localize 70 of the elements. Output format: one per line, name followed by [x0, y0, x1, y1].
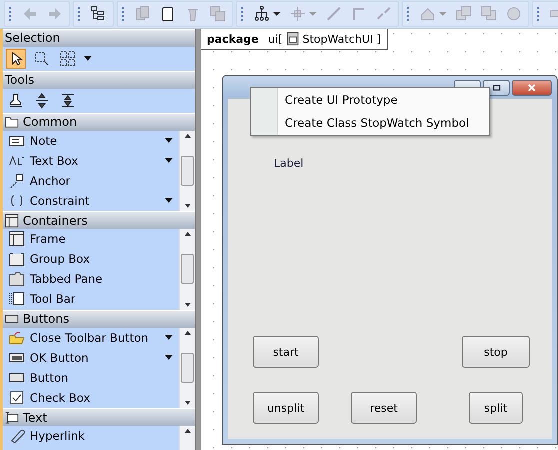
hierarchy-icon: [254, 6, 270, 22]
palette-item[interactable]: Tabbed Pane: [3, 269, 179, 290]
palette-item[interactable]: Close Toolbar Button: [3, 328, 179, 348]
palette-item[interactable]: Anchor: [3, 170, 179, 191]
spacing-icon: [34, 92, 50, 109]
crosshair-icon: [290, 6, 306, 22]
stack-icon: [481, 6, 497, 22]
palette-item[interactable]: Hyperlink: [3, 426, 179, 446]
corner-line-icon: [351, 6, 367, 22]
check-box-icon: [9, 390, 25, 406]
distribute-icon: [60, 92, 76, 109]
palette-section-header[interactable]: Selection: [3, 29, 195, 47]
braces-icon: [9, 192, 25, 209]
label-text: Label: [274, 157, 304, 170]
close-button[interactable]: [512, 80, 552, 96]
form-button[interactable]: split: [469, 392, 523, 424]
stack-icon: [456, 6, 472, 22]
frame-icon: [5, 214, 19, 228]
form-button[interactable]: stop: [462, 336, 530, 368]
palette-item[interactable]: Constraint: [3, 190, 179, 211]
dropdown-arrow-icon[interactable]: [84, 56, 92, 62]
palette-tool[interactable]: [58, 48, 78, 69]
menu-item[interactable]: Create Class StopWatch Symbol: [251, 116, 489, 130]
circle-icon: [506, 6, 522, 22]
palette-section-header[interactable]: Buttons: [3, 310, 195, 328]
palette-item[interactable]: Frame: [3, 229, 179, 250]
palette-item[interactable]: Text Box: [3, 150, 179, 171]
palette-item[interactable]: Check Box: [3, 388, 179, 408]
palette-section-header[interactable]: Containers: [3, 211, 195, 230]
scrollbar[interactable]: [179, 328, 195, 408]
form-button[interactable]: reset: [351, 392, 417, 424]
scrollbar[interactable]: [179, 229, 195, 310]
grid-select-icon: [60, 50, 76, 67]
menu-item[interactable]: Create UI Prototype: [251, 92, 489, 107]
tool-bar-icon: [9, 291, 25, 308]
forward-arrow-icon: [47, 6, 63, 22]
folder-icon: [9, 330, 25, 346]
hyperlink-icon: [9, 428, 25, 444]
house-icon: [420, 6, 436, 22]
folder-icon: [5, 115, 19, 130]
marquee-icon: [34, 50, 50, 67]
palette-section-header[interactable]: Common: [3, 112, 195, 131]
scrollbar[interactable]: [179, 130, 195, 212]
copy-icon: [135, 6, 151, 22]
frame-icon: [9, 231, 25, 248]
clipboard-icon: [160, 6, 176, 22]
text-field-icon: [5, 410, 19, 425]
stamp-icon: [8, 92, 24, 109]
dashed-line-icon: [376, 6, 392, 22]
palette-item[interactable]: Note: [3, 130, 179, 151]
diagram-icon: [286, 32, 300, 46]
group-box-icon: [9, 251, 25, 268]
palette-section-header[interactable]: Text: [3, 408, 195, 426]
palette-item[interactable]: OK Button: [3, 348, 179, 368]
scrollbar[interactable]: [179, 426, 195, 450]
palette-item[interactable]: Tool Bar: [3, 289, 179, 310]
tree-icon: [91, 6, 107, 22]
form-button[interactable]: unsplit: [253, 392, 319, 424]
maximize-icon: [490, 82, 502, 94]
line-icon: [326, 6, 342, 22]
back-arrow-icon: [22, 6, 38, 22]
tabbed-pane-icon: [9, 271, 25, 288]
anchor-icon: [9, 172, 25, 189]
palette-item[interactable]: Group Box: [3, 249, 179, 270]
stack-icon: [210, 6, 226, 22]
palette-item[interactable]: Button: [3, 368, 179, 388]
palette-section-header[interactable]: Tools: [3, 70, 195, 89]
form-button[interactable]: start: [253, 336, 319, 368]
palette-tool[interactable]: [6, 48, 26, 69]
close-icon: [526, 82, 538, 94]
